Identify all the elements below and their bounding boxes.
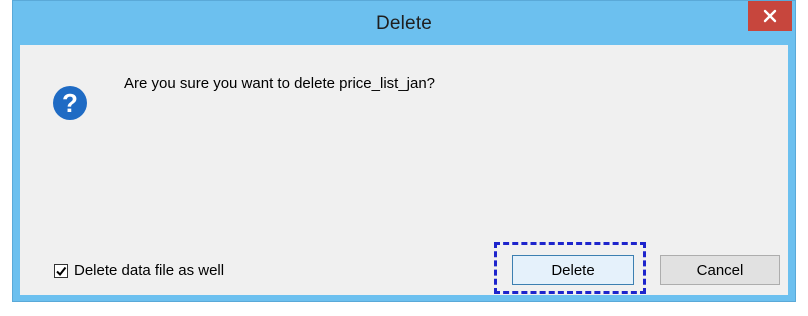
close-icon xyxy=(763,9,777,23)
dialog-body: ? Are you sure you want to delete price_… xyxy=(20,45,788,295)
delete-button[interactable]: Delete xyxy=(512,255,634,285)
close-button[interactable] xyxy=(748,1,792,31)
delete-data-file-checkbox[interactable] xyxy=(54,263,68,278)
svg-text:?: ? xyxy=(62,88,78,118)
delete-dialog-window: Delete ? Are you sure you want to delete… xyxy=(12,0,796,302)
cancel-button[interactable]: Cancel xyxy=(660,255,780,285)
checkmark-icon xyxy=(56,266,67,276)
delete-data-file-label[interactable]: Delete data file as well xyxy=(74,262,224,279)
question-icon: ? xyxy=(53,86,87,120)
confirm-message: Are you sure you want to delete price_li… xyxy=(124,75,436,92)
dialog-title: Delete xyxy=(375,13,433,34)
title-bar[interactable]: Delete xyxy=(13,1,795,45)
delete-data-file-option[interactable]: Delete data file as well xyxy=(54,262,224,279)
